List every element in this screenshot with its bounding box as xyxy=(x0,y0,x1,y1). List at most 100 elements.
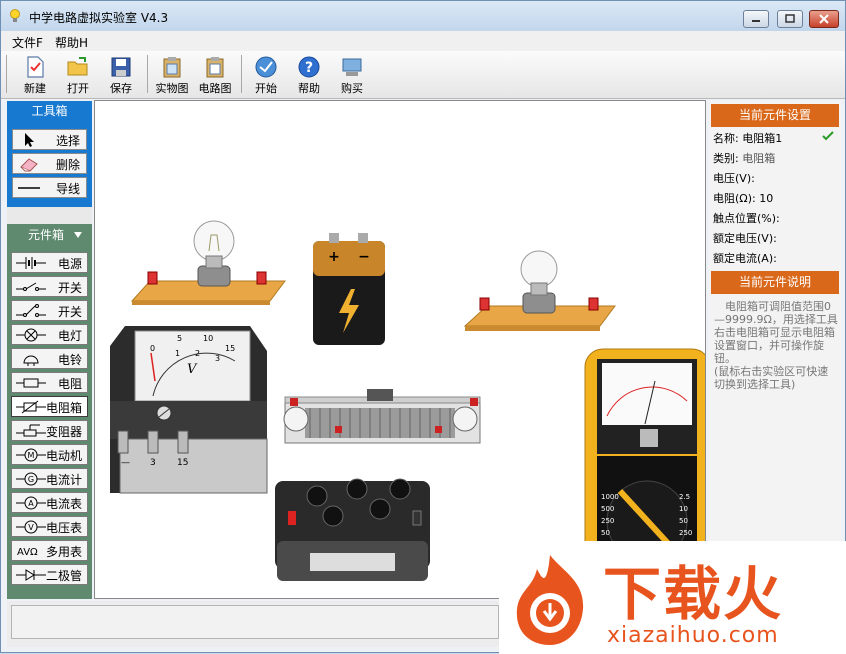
tool-select[interactable]: 选择 xyxy=(12,129,87,150)
tool-select-label: 选择 xyxy=(55,134,80,148)
toolbox: 选择 删除 导线 xyxy=(7,122,92,207)
new-button[interactable]: 新建 xyxy=(15,53,55,97)
motor-symbol-icon: M xyxy=(16,448,46,462)
svg-text:−: − xyxy=(358,249,370,265)
toolbar-separator xyxy=(241,55,242,93)
diode-symbol-icon xyxy=(16,569,46,581)
start-button[interactable]: 开始 xyxy=(246,53,286,97)
part-motor[interactable]: M 电动机 xyxy=(11,444,88,465)
part-switch-2[interactable]: 开关 xyxy=(11,300,88,321)
partbox-header[interactable]: 元件箱 xyxy=(7,224,92,246)
rheostat[interactable] xyxy=(283,389,481,444)
svg-text:?: ? xyxy=(305,60,313,76)
part-ammeter[interactable]: A 电流表 xyxy=(11,492,88,513)
watermark-title: 下载火 xyxy=(603,560,784,628)
setting-contact-label: 触点位置(%): xyxy=(713,212,780,225)
eraser-icon xyxy=(20,158,38,172)
voltmeter-symbol-icon: V xyxy=(16,520,46,534)
galvanometer-symbol-icon: G xyxy=(16,472,46,486)
save-button[interactable]: 保存 xyxy=(101,53,141,97)
setting-name-label: 名称: xyxy=(713,132,739,145)
title-bar: 中学电路虚拟实验室 V4.3 xyxy=(1,1,845,31)
part-lamp[interactable]: 电灯 xyxy=(11,324,88,345)
part-label: 开关 xyxy=(57,281,82,295)
minimize-icon xyxy=(752,20,760,22)
circuitview-button[interactable]: 电路图 xyxy=(195,53,235,97)
part-label: 变阻器 xyxy=(45,425,82,439)
maximize-button[interactable] xyxy=(777,10,803,28)
part-multimeter[interactable]: AVΩ 多用表 xyxy=(11,540,88,561)
multimeter-label: 1000 xyxy=(601,493,619,501)
resistor-box[interactable] xyxy=(275,478,430,581)
multimeter-label: 10 xyxy=(679,505,688,513)
clipboard-circuit-icon xyxy=(206,57,224,78)
voltmeter-scale-3: 3 xyxy=(215,354,220,363)
buy-label: 购买 xyxy=(341,82,363,95)
resistor-box-symbol-icon xyxy=(16,400,46,414)
cursor-icon xyxy=(25,133,34,147)
part-voltmeter[interactable]: V 电压表 xyxy=(11,516,88,537)
help-button[interactable]: ? 帮助 xyxy=(289,53,329,97)
part-bell[interactable]: 电铃 xyxy=(11,348,88,369)
multimeter-label: 2.5 xyxy=(679,493,690,501)
multimeter-label: 250 xyxy=(679,529,692,537)
description-text: 电阻箱可调阻值范围0—9999.9Ω，用选择工具右击电阻箱可显示电阻箱设置窗口，… xyxy=(714,300,838,391)
setting-rated-voltage-label: 额定电压(V): xyxy=(713,232,777,245)
window-title: 中学电路虚拟实验室 V4.3 xyxy=(29,11,169,25)
svg-text:V: V xyxy=(28,523,34,532)
voltmeter-scale-15: 15 xyxy=(225,344,235,353)
part-resistor-box[interactable]: 电阻箱 xyxy=(11,396,88,417)
new-file-icon xyxy=(27,56,44,78)
part-label: 电压表 xyxy=(45,521,82,535)
setting-resistance-value[interactable]: 10 xyxy=(759,192,773,205)
menu-file[interactable]: 文件F xyxy=(12,34,43,51)
part-galvanometer[interactable]: G 电流计 xyxy=(11,468,88,489)
setting-type-value: 电阻箱 xyxy=(742,152,776,165)
battery[interactable]: + − xyxy=(313,233,385,345)
ammeter-symbol-icon: A xyxy=(16,496,46,510)
start-globe-icon xyxy=(255,56,277,78)
settings-title: 当前元件设置 xyxy=(711,104,839,127)
part-label: 二极管 xyxy=(45,569,82,583)
buy-computer-icon xyxy=(342,58,362,76)
tool-delete-label: 删除 xyxy=(55,158,80,172)
open-button[interactable]: 打开 xyxy=(58,53,98,97)
multimeter-label: 500 xyxy=(601,505,614,513)
setting-contact-row: 触点位置(%): xyxy=(713,210,780,226)
tool-wire[interactable]: 导线 xyxy=(12,177,87,198)
close-button[interactable] xyxy=(809,10,839,28)
buy-button[interactable]: 购买 xyxy=(332,53,372,97)
menu-bar: 文件F 帮助H xyxy=(1,31,845,51)
save-label: 保存 xyxy=(110,82,132,95)
setting-resistance-label: 电阻(Ω): xyxy=(713,192,756,205)
svg-text:M: M xyxy=(28,451,35,460)
part-label: 电阻箱 xyxy=(45,401,82,415)
svg-text:G: G xyxy=(28,475,34,484)
setting-name-value[interactable]: 电阻箱1 xyxy=(742,132,782,145)
voltmeter[interactable]: 0 5 10 15 1 2 3 V — 3 15 xyxy=(110,326,268,494)
minimize-button[interactable] xyxy=(743,10,769,28)
setting-name-row: 名称: 电阻箱1 xyxy=(713,130,782,146)
setting-voltage-row: 电压(V): xyxy=(713,170,755,186)
rheostat-symbol-icon xyxy=(16,424,46,437)
part-label: 开关 xyxy=(57,305,82,319)
part-resistor[interactable]: 电阻 xyxy=(11,372,88,393)
menu-help[interactable]: 帮助H xyxy=(55,34,88,51)
experiment-scene: + − 0 5 10 15 1 2 3 V — 3 15 1000 500 25… xyxy=(110,220,705,598)
switch2-symbol-icon xyxy=(16,304,46,317)
setting-rated-current-row: 额定电流(A): xyxy=(713,250,777,266)
circuitview-label: 电路图 xyxy=(198,82,232,95)
open-folder-icon xyxy=(67,57,88,76)
lamp-right[interactable] xyxy=(463,250,616,331)
part-power[interactable]: 电源 xyxy=(11,252,88,273)
multimeter-symbol-icon: AVΩ xyxy=(17,547,38,558)
experiment-canvas[interactable]: + − 0 5 10 15 1 2 3 V — 3 15 1000 500 25… xyxy=(94,100,706,599)
svg-text:+: + xyxy=(328,249,340,265)
right-panel: 当前元件设置 名称: 电阻箱1 类别: 电阻箱 电压(V): 电阻(Ω): 10… xyxy=(709,101,841,599)
tool-delete[interactable]: 删除 xyxy=(12,153,87,174)
part-rheostat[interactable]: 变阻器 xyxy=(11,420,88,441)
part-diode[interactable]: 二极管 xyxy=(11,564,88,585)
lamp-left[interactable] xyxy=(130,220,286,305)
realview-button[interactable]: 实物图 xyxy=(152,53,192,97)
part-switch[interactable]: 开关 xyxy=(11,276,88,297)
